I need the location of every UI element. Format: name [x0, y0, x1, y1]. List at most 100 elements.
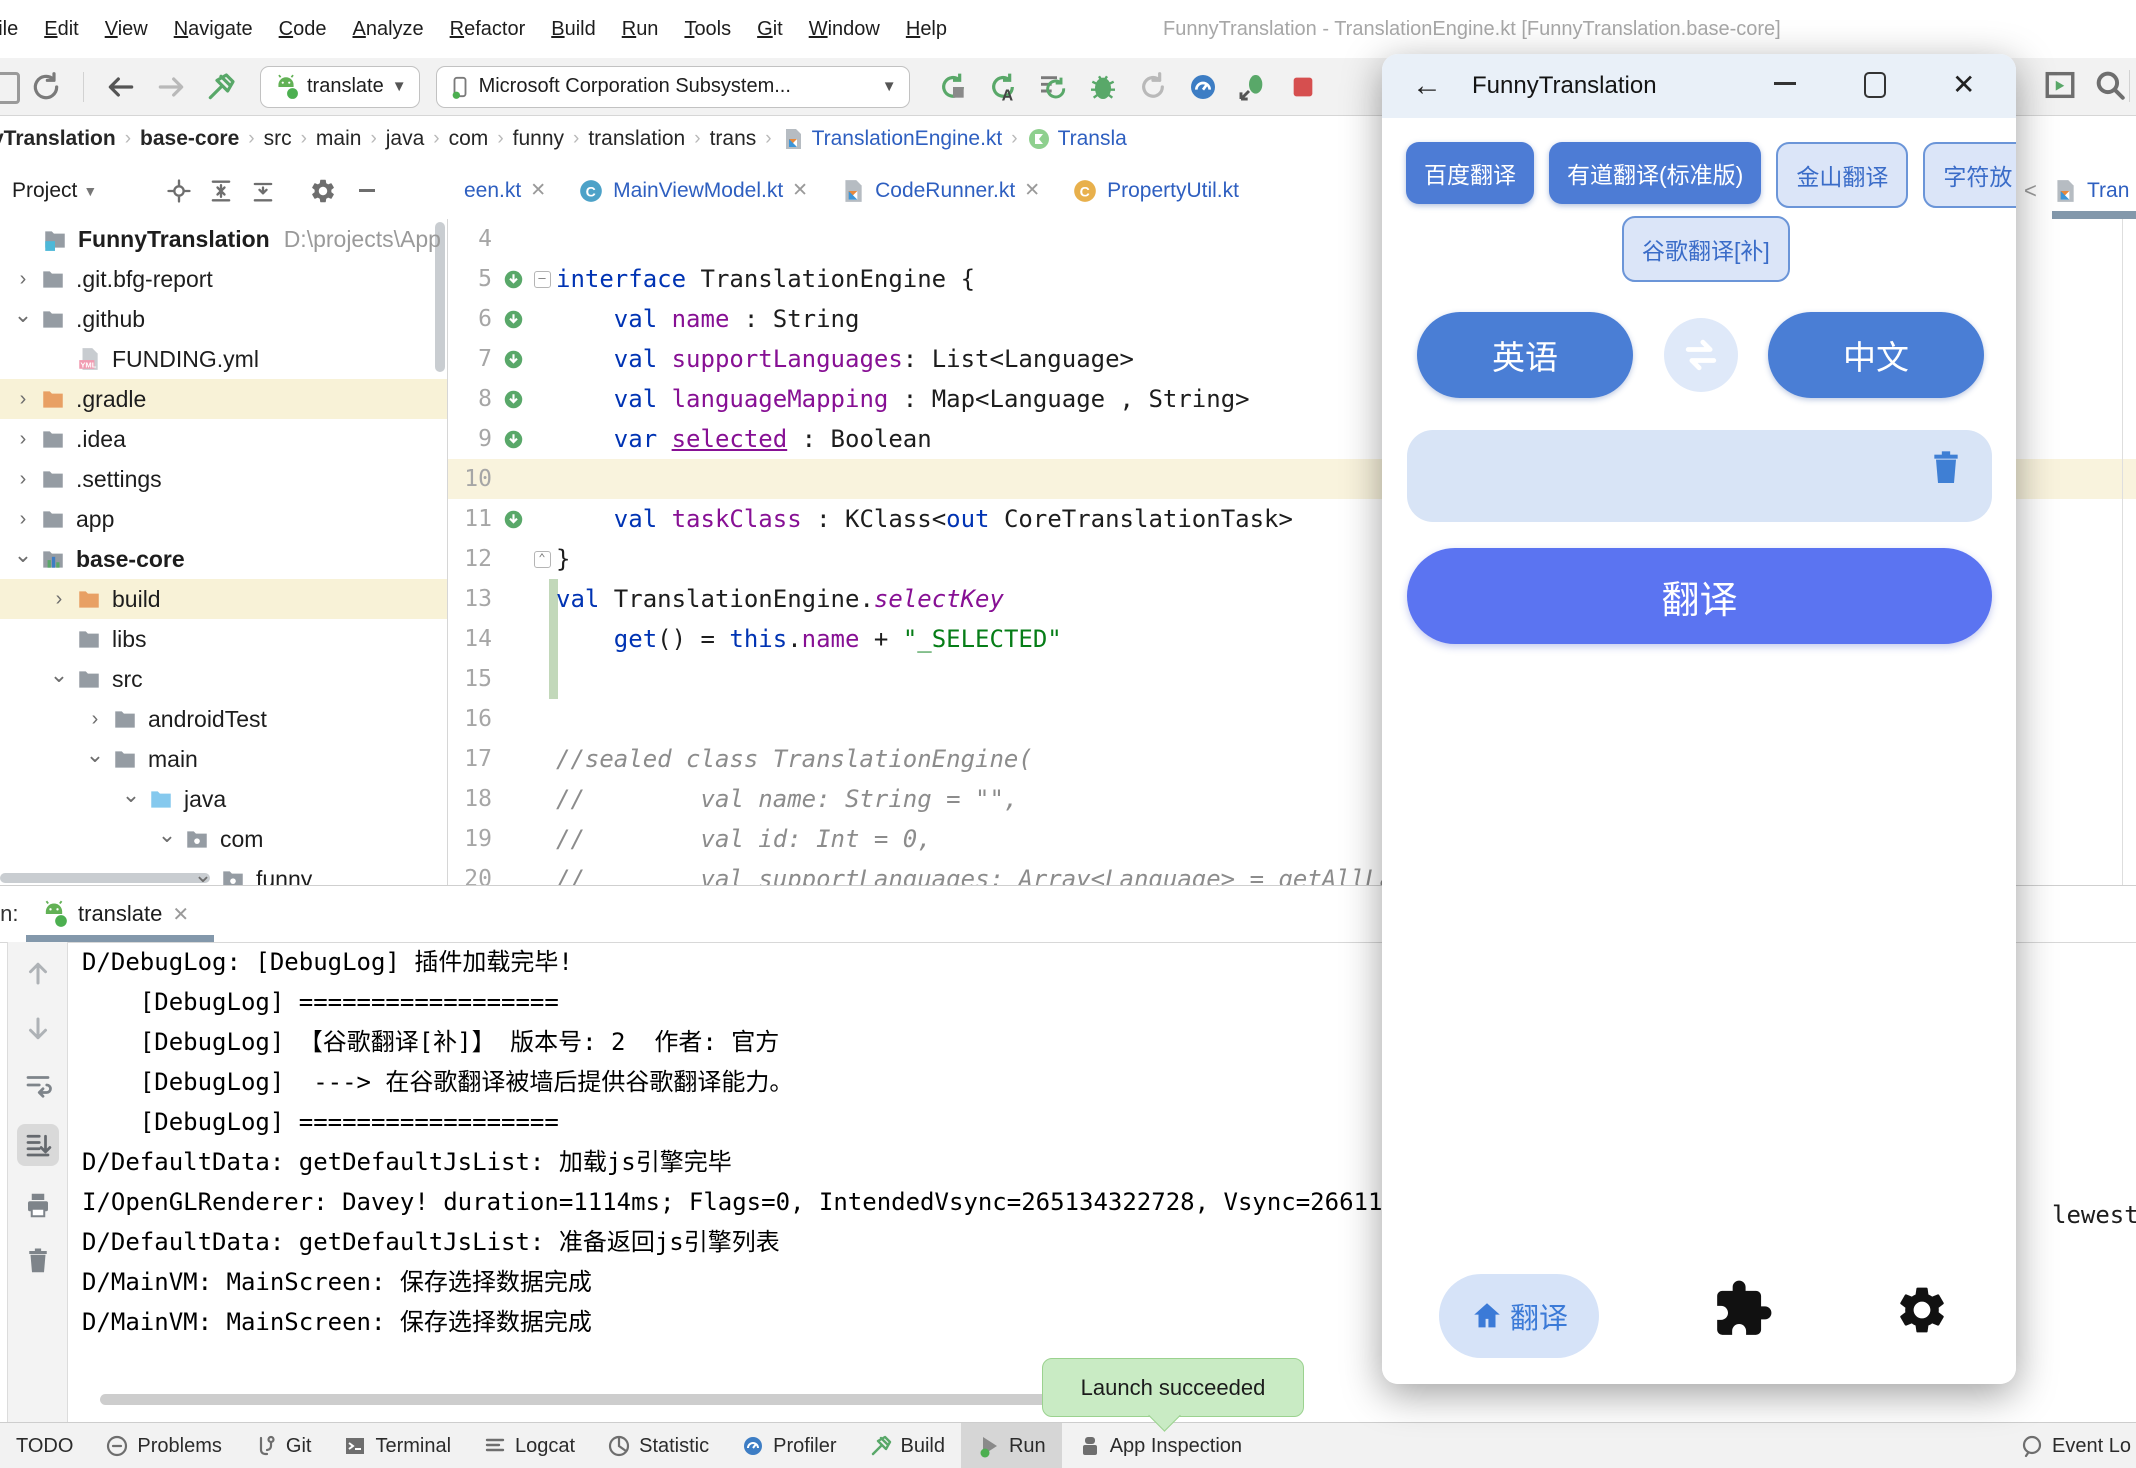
- menu-item-run[interactable]: Run: [609, 18, 672, 41]
- apply-changes-icon[interactable]: [937, 71, 969, 103]
- attach-debugger-icon[interactable]: [1237, 71, 1269, 103]
- stop-icon[interactable]: [1287, 71, 1319, 103]
- status-item-run[interactable]: Run: [961, 1423, 1062, 1468]
- build-hammer-icon[interactable]: [205, 71, 237, 103]
- log-horizontal-scrollbar[interactable]: [100, 1394, 1165, 1405]
- settings-gear-icon[interactable]: [309, 177, 337, 205]
- window-list-icon[interactable]: [0, 72, 20, 104]
- menu-item-window[interactable]: Window: [796, 18, 893, 41]
- menu-item-file[interactable]: File: [0, 18, 31, 41]
- rerun-icon[interactable]: [1037, 71, 1069, 103]
- device-select[interactable]: Microsoft Corporation Subsystem... ▼: [436, 66, 910, 108]
- close-icon[interactable]: ✕: [1952, 68, 1975, 101]
- chevron-down-icon[interactable]: ⌄: [116, 782, 146, 808]
- gutter-implemented-icon[interactable]: [498, 349, 528, 370]
- tree-item--settings[interactable]: ›.settings: [0, 459, 447, 499]
- status-item-git[interactable]: Git: [238, 1423, 328, 1468]
- fold-marker-icon[interactable]: –: [528, 271, 556, 288]
- chevron-down-icon[interactable]: ⌄: [188, 862, 218, 885]
- chevron-down-icon[interactable]: ⌄: [44, 662, 74, 688]
- breadcrumb-item[interactable]: src: [264, 127, 292, 151]
- tree-item-main[interactable]: ⌄main: [0, 739, 447, 779]
- minimize-icon[interactable]: [1774, 82, 1796, 85]
- status-item-logcat[interactable]: Logcat: [467, 1423, 591, 1468]
- tree-item--gradle[interactable]: ›.gradle: [0, 379, 447, 419]
- menu-item-tools[interactable]: Tools: [671, 18, 744, 41]
- close-icon[interactable]: ✕: [530, 179, 546, 202]
- tree-item-app[interactable]: ›app: [0, 499, 447, 539]
- chevron-right-icon[interactable]: ›: [8, 268, 38, 291]
- sync-icon[interactable]: [30, 71, 62, 103]
- tree-item-funny[interactable]: ⌄funny: [0, 859, 447, 885]
- chevron-right-icon[interactable]: ›: [8, 388, 38, 411]
- scroll-up-icon[interactable]: [21, 956, 55, 990]
- tree-item-androidtest[interactable]: ›androidTest: [0, 699, 447, 739]
- chevron-down-icon[interactable]: ⌄: [80, 742, 110, 768]
- run-tab-translate[interactable]: translate ✕: [40, 900, 189, 928]
- status-item-build[interactable]: Build: [853, 1423, 961, 1468]
- menu-item-edit[interactable]: Edit: [31, 18, 91, 41]
- engine-button[interactable]: 金山翻译: [1776, 142, 1908, 208]
- profiler-icon[interactable]: [1187, 71, 1219, 103]
- engine-button[interactable]: 谷歌翻译[补]: [1622, 216, 1790, 282]
- back-arrow-icon[interactable]: [105, 71, 137, 103]
- tree-item-src[interactable]: ⌄src: [0, 659, 447, 699]
- fold-marker-icon[interactable]: –: [534, 271, 551, 288]
- swap-languages-button[interactable]: [1664, 318, 1738, 392]
- engine-button[interactable]: 字符放: [1923, 142, 2016, 208]
- search-icon[interactable]: [2093, 68, 2127, 102]
- chevron-right-icon[interactable]: ›: [80, 708, 110, 731]
- menu-item-help[interactable]: Help: [893, 18, 960, 41]
- tree-item-funding-yml[interactable]: YMLFUNDING.yml: [0, 339, 447, 379]
- breadcrumb-item[interactable]: TranslationEngine.kt: [781, 127, 1003, 151]
- status-item-app-inspection[interactable]: App Inspection: [1062, 1423, 1258, 1468]
- gutter-implemented-icon[interactable]: [498, 389, 528, 410]
- close-icon[interactable]: ✕: [172, 902, 189, 927]
- breadcrumb-item[interactable]: Transla: [1027, 127, 1127, 151]
- breadcrumb-item[interactable]: base-core: [140, 127, 239, 151]
- chevron-right-icon[interactable]: ›: [8, 468, 38, 491]
- tree-item-libs[interactable]: libs: [0, 619, 447, 659]
- status-item-profiler[interactable]: Profiler: [725, 1423, 852, 1468]
- source-language-button[interactable]: 英语: [1417, 312, 1633, 398]
- tree-item-com[interactable]: ⌄com: [0, 819, 447, 859]
- event-log-button[interactable]: Event Lo: [2020, 1423, 2136, 1468]
- tree-item-java[interactable]: ⌄java: [0, 779, 447, 819]
- menu-item-git[interactable]: Git: [744, 18, 796, 41]
- chevron-right-icon[interactable]: ›: [8, 508, 38, 531]
- chevron-down-icon[interactable]: ⌄: [8, 302, 38, 328]
- clear-all-icon[interactable]: [21, 1244, 55, 1278]
- menu-item-code[interactable]: Code: [266, 18, 340, 41]
- hide-panel-icon[interactable]: [359, 189, 375, 192]
- tab-propertyutil-kt[interactable]: CPropertyUtil.kt: [1056, 162, 1255, 219]
- menu-item-refactor[interactable]: Refactor: [437, 18, 539, 41]
- menu-item-navigate[interactable]: Navigate: [161, 18, 266, 41]
- menu-item-build[interactable]: Build: [538, 18, 608, 41]
- status-item-statistic[interactable]: Statistic: [591, 1423, 725, 1468]
- collapse-all-icon[interactable]: [249, 177, 277, 205]
- status-item-problems[interactable]: Problems: [89, 1423, 237, 1468]
- scroll-down-icon[interactable]: [21, 1012, 55, 1046]
- tab-coderunner-kt[interactable]: CodeRunner.kt✕: [824, 162, 1056, 219]
- fold-marker-icon[interactable]: ⌃: [528, 551, 556, 568]
- gutter-implemented-icon[interactable]: [498, 429, 528, 450]
- fold-marker-icon[interactable]: ⌃: [534, 551, 551, 568]
- maximize-icon[interactable]: [1864, 72, 1886, 98]
- status-item-todo[interactable]: TODO: [0, 1423, 89, 1468]
- nav-translate-button[interactable]: 翻译: [1439, 1274, 1599, 1358]
- clear-input-icon[interactable]: [1926, 448, 1966, 488]
- breadcrumb-item[interactable]: yTranslation: [0, 127, 116, 151]
- project-view-selector[interactable]: Project: [12, 179, 77, 203]
- translate-button[interactable]: 翻译: [1407, 548, 1992, 644]
- print-icon[interactable]: [21, 1188, 55, 1222]
- run-window-icon[interactable]: [2043, 68, 2077, 102]
- app-title-bar[interactable]: ← FunnyTranslation ✕: [1382, 54, 2016, 118]
- scroll-to-end-icon[interactable]: [17, 1124, 59, 1166]
- tree-item--github[interactable]: ⌄.github: [0, 299, 447, 339]
- breadcrumb-item[interactable]: main: [316, 127, 362, 151]
- close-icon[interactable]: ✕: [1024, 179, 1040, 202]
- tree-item--git-bfg-report[interactable]: ›.git.bfg-report: [0, 259, 447, 299]
- debug-icon[interactable]: [1087, 71, 1119, 103]
- tree-item--idea[interactable]: ›.idea: [0, 419, 447, 459]
- tab-een-kt[interactable]: een.kt✕: [448, 162, 562, 219]
